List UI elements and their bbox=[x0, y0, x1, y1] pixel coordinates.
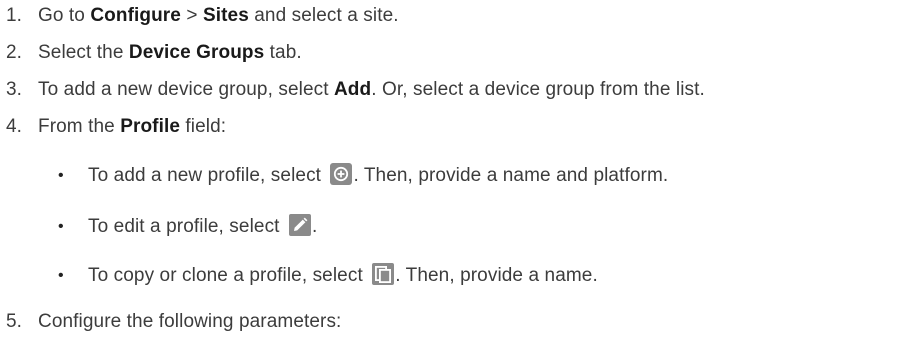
step-text: Go to Configure > Sites and select a sit… bbox=[38, 3, 399, 29]
step-text-segment: To add a new device group, select bbox=[38, 79, 334, 100]
step-text-segment: and select a site. bbox=[248, 5, 399, 26]
pencil-edit-icon bbox=[288, 214, 311, 236]
procedure-document: 1. Go to Configure > Sites and select a … bbox=[0, 0, 920, 349]
substep-text-segment: . Then, provide a name. bbox=[395, 265, 598, 286]
bullet: • bbox=[58, 218, 64, 235]
substep-text-segment: To edit a profile, select bbox=[88, 216, 285, 237]
bullet: • bbox=[58, 267, 64, 284]
substep-text-segment: . bbox=[311, 216, 318, 237]
step-text-segment: From the bbox=[38, 116, 121, 137]
substep-text: To edit a profile, select . bbox=[88, 214, 317, 240]
profile-field-label: Profile bbox=[120, 116, 181, 137]
add-label: Add bbox=[333, 79, 372, 100]
step-text-segment: > bbox=[180, 5, 203, 26]
menu-sites: Sites bbox=[202, 5, 249, 26]
step-text: From the Profile field: bbox=[38, 114, 226, 140]
step-text-segment: tab. bbox=[264, 42, 302, 63]
add-circle-icon bbox=[330, 163, 353, 185]
step-number: 3. bbox=[6, 79, 23, 100]
step-number: 5. bbox=[6, 311, 23, 332]
step-text-segment: field: bbox=[180, 116, 227, 137]
substep-text: To copy or clone a profile, select . The… bbox=[88, 263, 598, 289]
step-number: 2. bbox=[6, 42, 23, 63]
substep-text-segment: To copy or clone a profile, select bbox=[88, 265, 369, 286]
step-text: To add a new device group, select Add. O… bbox=[38, 77, 705, 103]
step-number: 1. bbox=[6, 5, 23, 26]
copy-clone-icon bbox=[372, 263, 395, 285]
tab-device-groups: Device Groups bbox=[128, 42, 265, 63]
step-text: Select the Device Groups tab. bbox=[38, 40, 302, 66]
substep-text: To add a new profile, select . Then, pro… bbox=[88, 163, 668, 189]
step-text-segment: . Or, select a device group from the lis… bbox=[371, 79, 705, 100]
step-text: Configure the following parameters: bbox=[38, 311, 342, 332]
substep-text-segment: . Then, provide a name and platform. bbox=[353, 165, 669, 186]
step-text-segment: Select the bbox=[38, 42, 129, 63]
menu-configure: Configure bbox=[90, 5, 181, 26]
bullet: • bbox=[58, 167, 64, 184]
step-number: 4. bbox=[6, 116, 23, 137]
substep-text-segment: To add a new profile, select bbox=[88, 165, 327, 186]
step-text-segment: Go to bbox=[38, 5, 91, 26]
